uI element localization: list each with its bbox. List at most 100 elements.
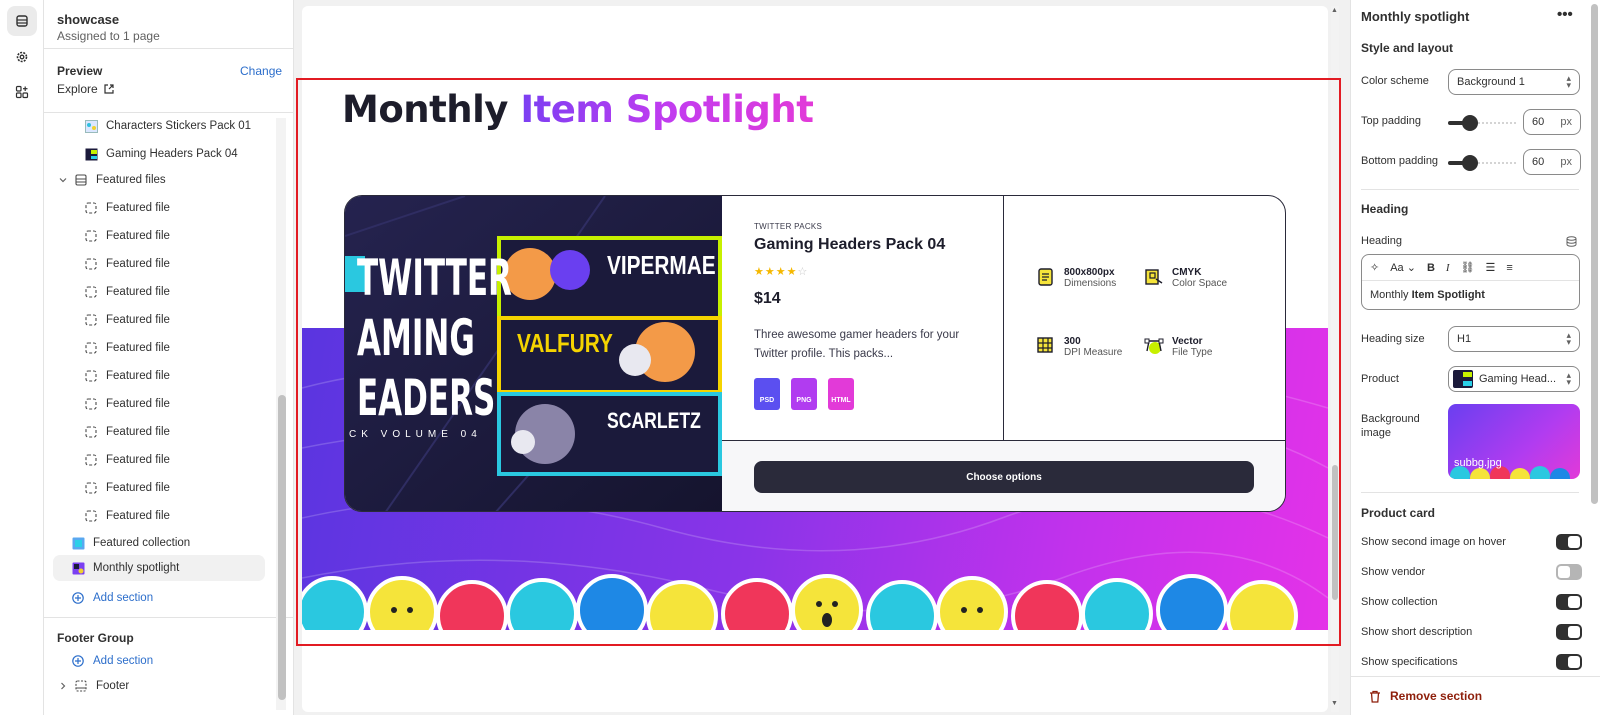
tree-item-label: Footer (96, 680, 130, 692)
toggle-label: Show specifications (1361, 656, 1458, 668)
bullet-list-icon[interactable]: ☰ (1486, 261, 1496, 274)
tree-item-featured-file[interactable]: Featured file (44, 279, 293, 305)
sections-scroll-thumb[interactable] (278, 395, 286, 700)
bottom-padding-label: Bottom padding (1361, 155, 1439, 167)
tree-item-label: Featured file (106, 482, 170, 494)
block-dashed-icon (84, 257, 98, 271)
tree-item-featured-file[interactable]: Featured file (44, 251, 293, 277)
show-vendor-toggle[interactable] (1556, 564, 1582, 580)
tree-item-featured-collection[interactable]: Featured collection (44, 530, 293, 556)
product-label: Product (1361, 373, 1399, 385)
choose-options-button[interactable]: Choose options (754, 461, 1254, 493)
settings-scroll-thumb[interactable] (1591, 4, 1598, 504)
text-style-icon[interactable]: Aa ⌄ (1390, 261, 1416, 274)
divider (44, 617, 293, 618)
tree-item-featured-file[interactable]: Featured file (44, 447, 293, 473)
scroll-down-icon[interactable]: ▼ (1331, 700, 1338, 707)
show-short-description-toggle[interactable] (1556, 624, 1582, 640)
remove-section-button[interactable]: Remove section (1369, 689, 1482, 703)
block-dashed-icon (84, 397, 98, 411)
bg-label-line: image (1361, 427, 1391, 439)
product-image[interactable]: TWITTER AMING EADERS CK VOLUME 04 VIPERM… (345, 196, 722, 511)
section-block-icon (74, 173, 88, 187)
tree-item-label: Featured file (106, 454, 170, 466)
unit-label: px (1560, 156, 1572, 168)
heading-rich-text-editor[interactable]: ✧ Aa ⌄ B I ⛓ ☰ ≡ Monthly Item Spotlight (1361, 254, 1580, 310)
tree-item-characters-stickers[interactable]: Characters Stickers Pack 01 (44, 113, 293, 139)
tree-item-featured-file[interactable]: Featured file (44, 503, 293, 529)
show-specifications-toggle[interactable] (1556, 654, 1582, 670)
second-image-hover-toggle[interactable] (1556, 534, 1582, 550)
more-actions-icon[interactable]: ••• (1557, 6, 1573, 23)
block-dashed-icon (84, 425, 98, 439)
tree-item-featured-file[interactable]: Featured file (44, 195, 293, 221)
tree-item-label: Featured file (106, 314, 170, 326)
block-dashed-icon (84, 509, 98, 523)
tree-item-featured-file[interactable]: Featured file (44, 307, 293, 333)
change-preview-link[interactable]: Change (240, 64, 282, 78)
sections-icon[interactable] (7, 6, 37, 36)
tree-item-label: Characters Stickers Pack 01 (106, 120, 252, 132)
ai-sparkle-icon[interactable]: ✧ (1370, 261, 1379, 274)
heading-size-value: H1 (1457, 333, 1472, 345)
heading-size-label: Heading size (1361, 333, 1425, 345)
heading-plain: Monthly (342, 88, 508, 131)
tree-item-featured-file[interactable]: Featured file (44, 419, 293, 445)
italic-icon[interactable]: I (1446, 262, 1450, 274)
chevron-right-icon[interactable] (56, 679, 70, 693)
chevron-down-icon[interactable] (56, 173, 70, 187)
color-scheme-select[interactable]: Background 1 ▴ ▾ (1448, 69, 1580, 95)
tree-item-label: Featured file (106, 370, 170, 382)
tree-item-featured-file[interactable]: Featured file (44, 223, 293, 249)
heading-section-title: Heading (1361, 202, 1409, 216)
tree-item-label: Featured file (106, 342, 170, 354)
tree-item-featured-file[interactable]: Featured file (44, 475, 293, 501)
footer-add-section-button[interactable]: Add section (44, 648, 293, 674)
settings-gear-icon[interactable] (7, 42, 37, 72)
tree-item-monthly-spotlight[interactable]: Monthly spotlight (53, 555, 265, 581)
heading-size-select[interactable]: H1 ▴ ▾ (1448, 326, 1580, 352)
plus-circle-icon (71, 654, 85, 668)
explore-link[interactable]: Explore (57, 82, 114, 96)
settings-footer: Remove section (1351, 676, 1600, 715)
scroll-up-icon[interactable]: ▲ (1331, 7, 1338, 14)
preview-scrollbar[interactable] (1331, 6, 1339, 712)
bold-icon[interactable]: B (1427, 262, 1435, 274)
tree-item-label: Featured collection (93, 537, 191, 549)
top-padding-input[interactable]: 60 px (1523, 109, 1581, 135)
add-section-button[interactable]: Add section (44, 585, 293, 611)
preview-scroll-thumb[interactable] (1332, 465, 1338, 600)
slider-handle[interactable] (1462, 115, 1478, 131)
slider-handle[interactable] (1462, 155, 1478, 171)
color-scheme-value: Background 1 (1457, 76, 1525, 88)
bottom-padding-slider[interactable] (1448, 155, 1516, 171)
select-chevron-icon: ▴ ▾ (1566, 330, 1571, 347)
bottom-padding-input[interactable]: 60 px (1523, 149, 1581, 175)
trash-icon (1370, 690, 1380, 703)
show-collection-toggle[interactable] (1556, 594, 1582, 610)
heading-text-bold: Item Spotlight (1411, 289, 1485, 301)
footer-group-label: Footer Group (57, 631, 134, 645)
background-image-picker[interactable]: subbg.jpg (1448, 404, 1580, 479)
tree-item-featured-file[interactable]: Featured file (44, 391, 293, 417)
numbered-list-icon[interactable]: ≡ (1506, 262, 1512, 274)
toggle-label: Show short description (1361, 626, 1473, 638)
tree-item-label: Featured file (106, 426, 170, 438)
product-picker[interactable]: Gaming Head... ▴ ▾ (1448, 366, 1580, 392)
tree-group-featured-files[interactable]: Featured files (44, 167, 293, 193)
app-rail (0, 0, 44, 715)
top-padding-slider[interactable] (1448, 115, 1516, 131)
external-link-icon (104, 84, 114, 94)
link-icon[interactable]: ⛓ (1461, 261, 1475, 274)
add-section-label: Add section (93, 592, 154, 604)
dynamic-source-icon[interactable] (1566, 236, 1577, 247)
spotlight-thumb-icon (71, 561, 85, 575)
spotlight-heading[interactable]: Monthly Item Spotlight (342, 88, 814, 131)
tree-item-footer[interactable]: Footer (44, 673, 293, 699)
tree-item-featured-file[interactable]: Featured file (44, 335, 293, 361)
artwork-line-3: EADERS (357, 369, 496, 427)
apps-icon[interactable] (7, 77, 37, 107)
heading-editor-text[interactable]: Monthly Item Spotlight (1362, 281, 1579, 309)
tree-item-featured-file[interactable]: Featured file (44, 363, 293, 389)
tree-item-gaming-headers[interactable]: Gaming Headers Pack 04 (44, 141, 293, 167)
